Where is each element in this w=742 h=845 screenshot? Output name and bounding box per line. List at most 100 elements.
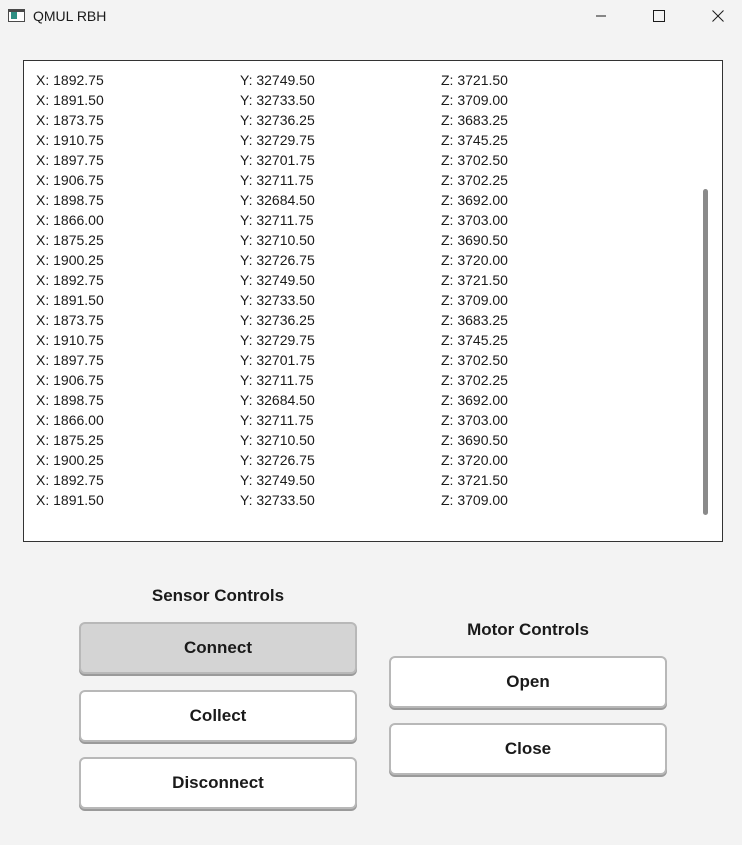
app-window-icon [8, 9, 25, 22]
log-z-value: Z: 3683.25 [441, 112, 508, 128]
log-row: X: 1873.75 Y: 32736.25 Z: 3683.25 [36, 310, 696, 330]
log-x-value: X: 1910.75 [36, 332, 104, 348]
log-y-value: Y: 32684.50 [240, 392, 315, 408]
close-motor-button[interactable]: Close [389, 723, 667, 775]
log-z-value: Z: 3721.50 [441, 72, 508, 88]
close-icon [712, 10, 724, 22]
log-z-value: Z: 3745.25 [441, 332, 508, 348]
log-x-value: X: 1900.25 [36, 252, 104, 268]
log-y-value: Y: 32726.75 [240, 252, 315, 268]
log-x-value: X: 1897.75 [36, 352, 104, 368]
close-window-button[interactable] [695, 0, 741, 32]
log-y-value: Y: 32749.50 [240, 272, 315, 288]
log-x-value: X: 1873.75 [36, 312, 104, 328]
log-x-value: X: 1892.75 [36, 272, 104, 288]
log-x-value: X: 1891.50 [36, 92, 104, 108]
log-y-value: Y: 32736.25 [240, 112, 315, 128]
log-z-value: Z: 3720.00 [441, 252, 508, 268]
log-z-value: Z: 3702.25 [441, 172, 508, 188]
log-row: X: 1866.00 Y: 32711.75 Z: 3703.00 [36, 410, 696, 430]
log-y-value: Y: 32733.50 [240, 292, 315, 308]
log-y-value: Y: 32711.75 [240, 372, 314, 388]
title-bar[interactable]: QMUL RBH [0, 0, 742, 32]
sensor-log-panel[interactable]: X: 1892.75 Y: 32749.50 Z: 3721.50 X: 1891.5… [23, 60, 723, 542]
sensor-controls-heading: Sensor Controls [151, 586, 285, 605]
log-row: X: 1891.50 Y: 32733.50 Z: 3709.00 [36, 490, 696, 510]
maximize-icon [653, 10, 665, 22]
log-z-value: Z: 3703.00 [441, 412, 508, 428]
log-y-value: Y: 32711.75 [240, 212, 314, 228]
log-row: X: 1897.75 Y: 32701.75 Z: 3702.50 [36, 350, 696, 370]
log-x-value: X: 1892.75 [36, 472, 104, 488]
log-y-value: Y: 32729.75 [240, 332, 315, 348]
log-z-value: Z: 3683.25 [441, 312, 508, 328]
log-z-value: Z: 3702.50 [441, 152, 508, 168]
log-row: X: 1875.25 Y: 32710.50 Z: 3690.50 [36, 230, 696, 250]
log-z-value: Z: 3709.00 [441, 292, 508, 308]
log-z-value: Z: 3692.00 [441, 392, 508, 408]
log-y-value: Y: 32729.75 [240, 132, 315, 148]
log-x-value: X: 1866.00 [36, 212, 104, 228]
log-row: X: 1891.50 Y: 32733.50 Z: 3709.00 [36, 90, 696, 110]
log-row: X: 1875.25 Y: 32710.50 Z: 3690.50 [36, 430, 696, 450]
log-x-value: X: 1875.25 [36, 232, 104, 248]
log-x-value: X: 1898.75 [36, 192, 104, 208]
log-y-value: Y: 32733.50 [240, 492, 315, 508]
log-row: X: 1892.75 Y: 32749.50 Z: 3721.50 [36, 70, 696, 90]
connect-button[interactable]: Connect [79, 622, 357, 674]
log-x-value: X: 1875.25 [36, 432, 104, 448]
log-x-value: X: 1898.75 [36, 392, 104, 408]
log-y-value: Y: 32736.25 [240, 312, 315, 328]
collect-button[interactable]: Collect [79, 690, 357, 742]
log-scrollbar-thumb[interactable] [703, 189, 708, 515]
log-row: X: 1910.75 Y: 32729.75 Z: 3745.25 [36, 130, 696, 150]
log-row: X: 1906.75 Y: 32711.75 Z: 3702.25 [36, 170, 696, 190]
log-z-value: Z: 3690.50 [441, 232, 508, 248]
log-z-value: Z: 3745.25 [441, 132, 508, 148]
open-button[interactable]: Open [389, 656, 667, 708]
disconnect-button[interactable]: Disconnect [79, 757, 357, 809]
log-x-value: X: 1866.00 [36, 412, 104, 428]
minimize-icon [596, 15, 606, 17]
log-y-value: Y: 32701.75 [240, 352, 315, 368]
log-z-value: Z: 3721.50 [441, 272, 508, 288]
maximize-button[interactable] [636, 0, 682, 32]
log-z-value: Z: 3703.00 [441, 212, 508, 228]
log-z-value: Z: 3709.00 [441, 92, 508, 108]
log-x-value: X: 1906.75 [36, 172, 104, 188]
log-row: X: 1892.75 Y: 32749.50 Z: 3721.50 [36, 470, 696, 490]
log-y-value: Y: 32749.50 [240, 72, 315, 88]
log-z-value: Z: 3721.50 [441, 472, 508, 488]
log-z-value: Z: 3690.50 [441, 432, 508, 448]
log-x-value: X: 1892.75 [36, 72, 104, 88]
log-z-value: Z: 3692.00 [441, 192, 508, 208]
sensor-log-list: X: 1892.75 Y: 32749.50 Z: 3721.50 X: 1891.5… [36, 70, 696, 510]
log-row: X: 1906.75 Y: 32711.75 Z: 3702.25 [36, 370, 696, 390]
app-window: QMUL RBH X: 1892.75 Y: 32749.50 Z: 3721.50… [0, 0, 742, 845]
log-y-value: Y: 32726.75 [240, 452, 315, 468]
log-y-value: Y: 32733.50 [240, 92, 315, 108]
log-y-value: Y: 32684.50 [240, 192, 315, 208]
log-y-value: Y: 32711.75 [240, 412, 314, 428]
log-y-value: Y: 32710.50 [240, 232, 315, 248]
log-x-value: X: 1891.50 [36, 492, 104, 508]
log-y-value: Y: 32710.50 [240, 432, 315, 448]
minimize-button[interactable] [578, 0, 624, 32]
log-row: X: 1910.75 Y: 32729.75 Z: 3745.25 [36, 330, 696, 350]
log-x-value: X: 1910.75 [36, 132, 104, 148]
log-x-value: X: 1897.75 [36, 152, 104, 168]
log-row: X: 1873.75 Y: 32736.25 Z: 3683.25 [36, 110, 696, 130]
log-row: X: 1900.25 Y: 32726.75 Z: 3720.00 [36, 250, 696, 270]
log-row: X: 1900.25 Y: 32726.75 Z: 3720.00 [36, 450, 696, 470]
log-z-value: Z: 3702.50 [441, 352, 508, 368]
log-x-value: X: 1873.75 [36, 112, 104, 128]
log-row: X: 1892.75 Y: 32749.50 Z: 3721.50 [36, 270, 696, 290]
window-title: QMUL RBH [33, 8, 107, 24]
log-row: X: 1898.75 Y: 32684.50 Z: 3692.00 [36, 390, 696, 410]
log-z-value: Z: 3720.00 [441, 452, 508, 468]
motor-controls-heading: Motor Controls [467, 620, 589, 639]
log-row: X: 1866.00 Y: 32711.75 Z: 3703.00 [36, 210, 696, 230]
log-z-value: Z: 3702.25 [441, 372, 508, 388]
log-y-value: Y: 32749.50 [240, 472, 315, 488]
log-x-value: X: 1906.75 [36, 372, 104, 388]
